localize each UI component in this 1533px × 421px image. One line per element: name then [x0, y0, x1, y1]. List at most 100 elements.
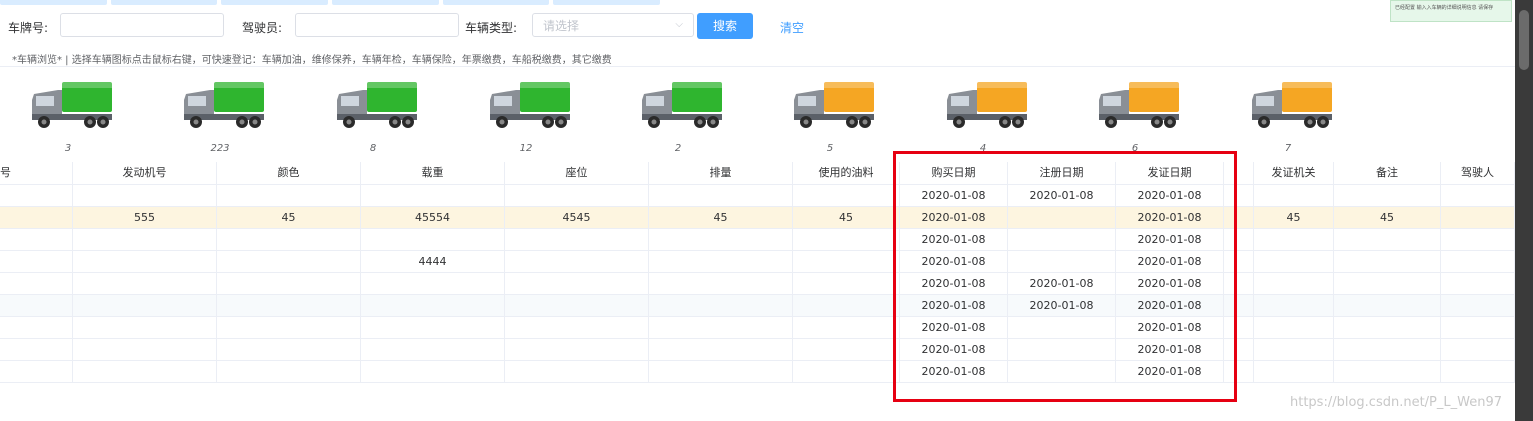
truck-item[interactable]: 3 [18, 70, 118, 158]
table-cell: 2020-01-08 [900, 251, 1008, 272]
table-cell [505, 295, 649, 316]
scrollbar[interactable] [1515, 0, 1533, 421]
column-header[interactable]: 备注 [1334, 162, 1441, 184]
truck-icon[interactable] [1095, 76, 1181, 132]
truck-icon[interactable] [28, 76, 114, 132]
table-cell [1254, 295, 1334, 316]
table-cell [649, 361, 793, 382]
table-cell: 2020-01-08 [1116, 273, 1224, 294]
table-cell [649, 185, 793, 206]
table-cell: 2020-01-08 [900, 339, 1008, 360]
table-cell [793, 317, 900, 338]
table-cell [505, 229, 649, 250]
table-cell [793, 185, 900, 206]
table-row[interactable]: 2020-01-08 2020-01-08 2020-01-08 [0, 185, 1515, 207]
table-cell: 2020-01-08 [900, 207, 1008, 228]
table-cell: 2020-01-08 [1116, 251, 1224, 272]
table-cell [1224, 361, 1254, 382]
tab-placeholder[interactable] [553, 0, 661, 5]
column-header[interactable]: 购买日期 [900, 162, 1008, 184]
table-row[interactable]: 2020-01-08 2020-01-08 [0, 339, 1515, 361]
notification-panel: 已经配置 输入入车辆的详细说明信息 请保存 [1390, 0, 1512, 22]
column-header[interactable]: 载重 [361, 162, 505, 184]
truck-icon[interactable] [790, 76, 876, 132]
table-row[interactable]: 2020-01-08 2020-01-08 [0, 361, 1515, 383]
table-cell [73, 295, 217, 316]
table-row[interactable]: 4444 2020-01-08 2020-01-08 [0, 251, 1515, 273]
column-header[interactable]: 发动机号 [73, 162, 217, 184]
divider [0, 66, 1515, 67]
vehicle-type-select[interactable]: 请选择 ⌵ [532, 13, 694, 37]
watermark-text: https://blog.csdn.net/P_L_Wen97 [1290, 395, 1503, 410]
truck-count: 7 [1284, 143, 1292, 154]
table-cell [217, 229, 361, 250]
search-bar: 车牌号: 驾驶员: 车辆类型: 请选择 ⌵ 搜索 清空 [0, 8, 1380, 44]
truck-item[interactable]: 2 [628, 70, 728, 158]
truck-icon[interactable] [486, 76, 572, 132]
truck-icon[interactable] [638, 76, 724, 132]
tab-placeholder[interactable] [0, 0, 107, 5]
truck-item[interactable]: 4 [933, 70, 1033, 158]
table-cell [361, 273, 505, 294]
truck-icon[interactable] [1248, 76, 1334, 132]
truck-item[interactable]: 5 [780, 70, 880, 158]
table-cell: 2020-01-08 [900, 361, 1008, 382]
table-row[interactable]: 2020-01-08 2020-01-08 [0, 317, 1515, 339]
table-cell [0, 295, 73, 316]
table-cell [217, 339, 361, 360]
truck-icon[interactable] [333, 76, 419, 132]
table-cell [1008, 317, 1116, 338]
table-cell [1254, 229, 1334, 250]
truck-icon[interactable] [943, 76, 1029, 132]
table-cell [73, 317, 217, 338]
column-header[interactable]: 排量 [649, 162, 793, 184]
column-header[interactable]: 驾驶人 [1441, 162, 1515, 184]
table-cell [0, 339, 73, 360]
table-cell [1441, 251, 1515, 272]
truck-item[interactable]: 12 [476, 70, 576, 158]
chevron-down-icon: ⌵ [675, 19, 683, 30]
table-cell: 2020-01-08 [900, 295, 1008, 316]
table-cell [1224, 229, 1254, 250]
tab-placeholder[interactable] [221, 0, 329, 5]
column-header[interactable]: 使用的油料 [793, 162, 900, 184]
table-cell: 2020-01-08 [1116, 361, 1224, 382]
table-cell [1224, 251, 1254, 272]
table-cell [793, 339, 900, 360]
driver-input[interactable] [295, 13, 459, 37]
truck-item[interactable]: 6 [1085, 70, 1185, 158]
column-header[interactable]: 号 [0, 162, 73, 184]
column-header[interactable]: 发证日期 [1116, 162, 1224, 184]
table-row[interactable]: 555 45 45554 4545 45 45 2020-01-08 2020-01-08 45… [0, 207, 1515, 229]
table-cell [1334, 317, 1441, 338]
table-cell [1224, 273, 1254, 294]
table-cell: 2020-01-08 [900, 317, 1008, 338]
column-header[interactable] [1224, 162, 1254, 184]
tab-placeholder[interactable] [442, 0, 550, 5]
tab-placeholder[interactable] [110, 0, 218, 5]
vehicle-type-placeholder: 请选择 [543, 19, 580, 33]
table-row[interactable]: 2020-01-08 2020-01-08 2020-01-08 [0, 273, 1515, 295]
truck-icon[interactable] [180, 76, 266, 132]
table-cell: 4444 [361, 251, 505, 272]
tab-placeholder[interactable] [332, 0, 439, 5]
table-cell [361, 317, 505, 338]
truck-count: 3 [64, 143, 72, 154]
truck-item[interactable]: 223 [170, 70, 270, 158]
table-cell: 45 [793, 207, 900, 228]
truck-item[interactable]: 8 [323, 70, 423, 158]
scrollbar-thumb[interactable] [1519, 10, 1529, 70]
table-row[interactable]: 2020-01-08 2020-01-08 2020-01-08 [0, 295, 1515, 317]
column-header[interactable]: 注册日期 [1008, 162, 1116, 184]
table-cell [0, 251, 73, 272]
table-cell: 2020-01-08 [1116, 229, 1224, 250]
table-row[interactable]: 2020-01-08 2020-01-08 [0, 229, 1515, 251]
column-header[interactable]: 发证机关 [1254, 162, 1334, 184]
clear-button[interactable]: 清空 [780, 19, 804, 36]
column-header[interactable]: 颜色 [217, 162, 361, 184]
search-button[interactable]: 搜索 [697, 13, 753, 39]
plate-input[interactable] [60, 13, 224, 37]
truck-count: 2 [674, 143, 682, 154]
column-header[interactable]: 座位 [505, 162, 649, 184]
truck-item[interactable]: 7 [1238, 70, 1338, 158]
